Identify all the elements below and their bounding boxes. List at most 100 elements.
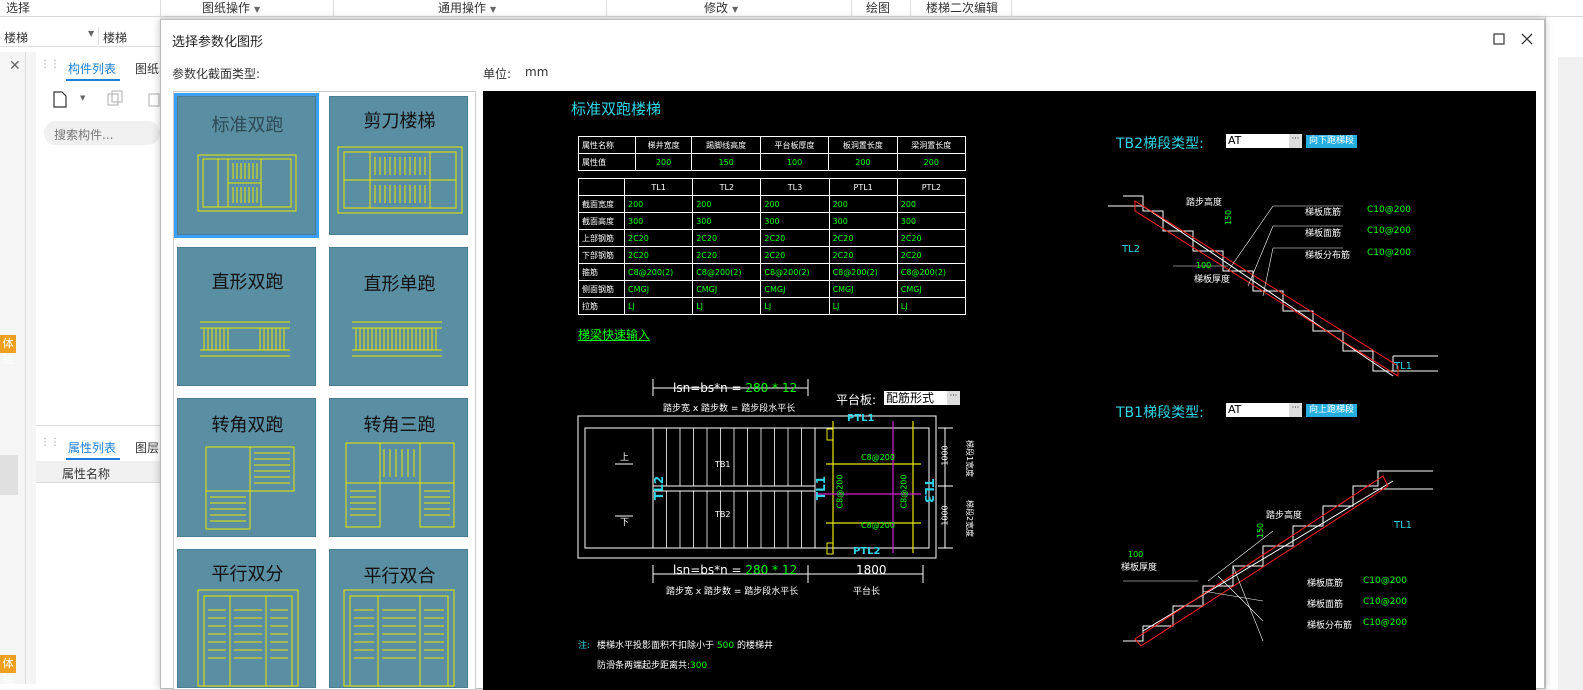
lsn-formula-top: lsn=bs*n = 280 * 12 <box>673 381 797 395</box>
search-input[interactable]: 搜索构件... <box>44 121 160 145</box>
tl1-mark: TL1 <box>814 475 829 501</box>
template-standard-double-run[interactable]: 标准双跑 <box>174 93 319 238</box>
bottom-rebar-label: 梯板底筋 <box>1305 208 1342 218</box>
close-icon[interactable] <box>1516 28 1538 50</box>
step-height-value: 150 <box>1256 522 1266 539</box>
up-mark: 上 <box>620 453 630 463</box>
tl1-section-mark: TL1 <box>1394 361 1413 372</box>
tab-layers[interactable]: 图层 <box>135 439 159 456</box>
dim-1000: 1000 <box>940 445 950 466</box>
run2-width: 梯段2宽度 <box>965 499 975 538</box>
floor-combo[interactable]: 楼梯 <box>4 29 28 46</box>
tb-stair-edit[interactable]: 楼梯二次编辑 <box>926 0 998 17</box>
template-parallel-split[interactable]: 平行双分 <box>177 549 316 688</box>
template-list[interactable]: 标准双跑 剪刀楼梯 直形双跑 直形单跑 转角双跑 转角三跑 平行双分 平行双合 <box>173 91 476 690</box>
chevron-down-icon: ▼ <box>490 5 497 14</box>
search-placeholder: 搜索构件... <box>54 128 114 142</box>
template-label: 直形双跑 <box>211 272 284 293</box>
tb-drawing-ops[interactable]: 图纸操作 ▼ <box>202 0 260 17</box>
tb2-section-drawing <box>1108 195 1438 377</box>
rebar-spec: C10@200 <box>1363 576 1407 586</box>
maximize-icon[interactable] <box>1488 28 1510 50</box>
lsn-formula-text: lsn=bs*n = <box>673 381 746 395</box>
dist-rebar-label: 梯板分布筋 <box>1305 251 1351 261</box>
tab-components[interactable]: 构件列表 <box>68 60 116 77</box>
template-label: 平行双分 <box>211 564 284 585</box>
note-line1-text: 楼梯水平投影面积不扣除小于 <box>597 641 715 651</box>
rebar-label: C8@200 <box>861 453 895 462</box>
trial-badge[interactable]: 体验 <box>0 655 16 686</box>
tab-properties[interactable]: 属性列表 <box>68 439 116 456</box>
note-line1-suffix: 的楼梯井 <box>736 641 773 651</box>
rebar-spec: C10@200 <box>1363 618 1407 628</box>
section-type-label: 参数化截面类型: <box>172 67 261 81</box>
top-rebar-label: 梯板面筋 <box>1305 229 1342 239</box>
tb1-mark: TB1 <box>715 460 731 469</box>
dist-rebar-label: 梯板分布筋 <box>1307 621 1353 631</box>
stair-preview-canvas: 标准双跑楼梯 属性名称 梯井宽度 踢脚线高度 平台板厚度 板洞置长度 梁洞置长度… <box>483 91 1536 690</box>
template-straight-double-run[interactable]: 直形双跑 <box>177 247 316 386</box>
slab-thick-label: 梯板厚度 <box>1194 275 1231 285</box>
step-height-value: 150 <box>1224 209 1234 226</box>
unit-label: 单位: <box>483 67 512 81</box>
tb-select[interactable]: 选择 <box>6 0 30 17</box>
ribbon-bar: 选择 图纸操作 ▼ 通用操作 ▼ 修改 ▼ 绘图 楼梯二次编辑 <box>0 0 1583 17</box>
chevron-down-icon: ▼ <box>732 5 739 14</box>
rebar-spec: C10@200 <box>1367 205 1411 215</box>
tb-general-ops-label: 通用操作 <box>438 1 487 15</box>
tl1-section-mark: TL1 <box>1394 520 1413 531</box>
lsn-desc-bottom: 踏步宽 x 踏步数 = 踏步段水平长 <box>666 587 799 597</box>
step-height-label: 踏步高度 <box>1266 511 1303 521</box>
template-corner-double-run[interactable]: 转角双跑 <box>177 398 316 537</box>
note-line2: 防滑条两端起步距离共:300 <box>597 658 707 671</box>
rebar-label: C8@200 <box>861 521 895 530</box>
slab-thick-label: 梯板厚度 <box>1121 563 1158 573</box>
dialog-title: 选择参数化图形 <box>172 35 264 50</box>
slab-thick-value: 100 <box>1128 550 1144 559</box>
lsn-formula-value: 280 * 12 <box>745 381 798 395</box>
template-parallel-merge[interactable]: 平行双合 <box>329 549 468 688</box>
note-line2-text: 防滑条两端起步距离共: <box>597 661 691 671</box>
type-combo[interactable]: 楼梯 <box>103 29 127 46</box>
slab-thick-value: 100 <box>1196 261 1212 270</box>
combo-row: 楼梯 ▼ 楼梯 <box>0 25 160 47</box>
top-rebar-label: 梯板面筋 <box>1307 600 1344 610</box>
platform-length: 1800 <box>856 563 887 577</box>
template-corner-triple-run[interactable]: 转角三跑 <box>329 398 468 537</box>
note-line2-value: 300 <box>690 661 708 671</box>
template-straight-single-run[interactable]: 直形单跑 <box>329 247 468 386</box>
tb2-mark: TB2 <box>715 510 731 519</box>
straight-single-run-icon <box>352 321 442 357</box>
grip-icon[interactable]: ⋮⋮ <box>40 437 60 448</box>
unit-value: mm <box>525 65 549 79</box>
template-label: 平行双合 <box>363 566 436 587</box>
left-panel: 楼梯 ▼ 楼梯 ✕ ⋮⋮ 构件列表 图纸 ▼ 搜索构件... ⋮⋮ 属性列表 图… <box>0 17 160 689</box>
tab-drawings[interactable]: 图纸 <box>135 60 159 77</box>
platform-length-desc: 平台长 <box>853 587 881 597</box>
chevron-down-icon[interactable]: ▼ <box>80 94 85 102</box>
rebar-spec: C10@200 <box>1367 226 1411 236</box>
copy-icon[interactable] <box>104 89 126 109</box>
tb-modify[interactable]: 修改 ▼ <box>704 0 738 17</box>
grip-icon[interactable]: ⋮⋮ <box>40 59 60 70</box>
select-parametric-dialog: 选择参数化图形 参数化截面类型: 单位: mm 标准双跑 剪刀楼梯 直形双跑 直… <box>160 19 1545 690</box>
step-height-label: 踏步高度 <box>1186 198 1223 208</box>
tl3-mark: TL3 <box>922 478 937 504</box>
rebar-label: C8@200 <box>835 474 845 509</box>
right-panel-edge <box>1545 17 1583 689</box>
template-label: 转角三跑 <box>363 415 436 436</box>
lsn-desc-top: 踏步宽 x 踏步数 = 踏步段水平长 <box>663 404 796 414</box>
tb-modify-label: 修改 <box>704 1 729 15</box>
rebar-spec: C10@200 <box>1363 597 1407 607</box>
bottom-rebar-label: 梯板底筋 <box>1307 579 1344 589</box>
tb-draw[interactable]: 绘图 <box>866 0 890 17</box>
lsn-formula-value: 280 * 12 <box>745 563 798 577</box>
new-component-icon[interactable] <box>50 89 72 109</box>
tb-general-ops[interactable]: 通用操作 ▼ <box>438 0 496 17</box>
run1-width: 梯段1宽度 <box>965 439 975 478</box>
delete-icon[interactable] <box>146 89 160 109</box>
template-scissor-stair[interactable]: 剪刀楼梯 <box>329 96 468 235</box>
close-icon[interactable]: ✕ <box>9 58 21 74</box>
template-label: 剪刀楼梯 <box>363 111 436 132</box>
trial-badge[interactable]: 体验 <box>0 335 16 366</box>
